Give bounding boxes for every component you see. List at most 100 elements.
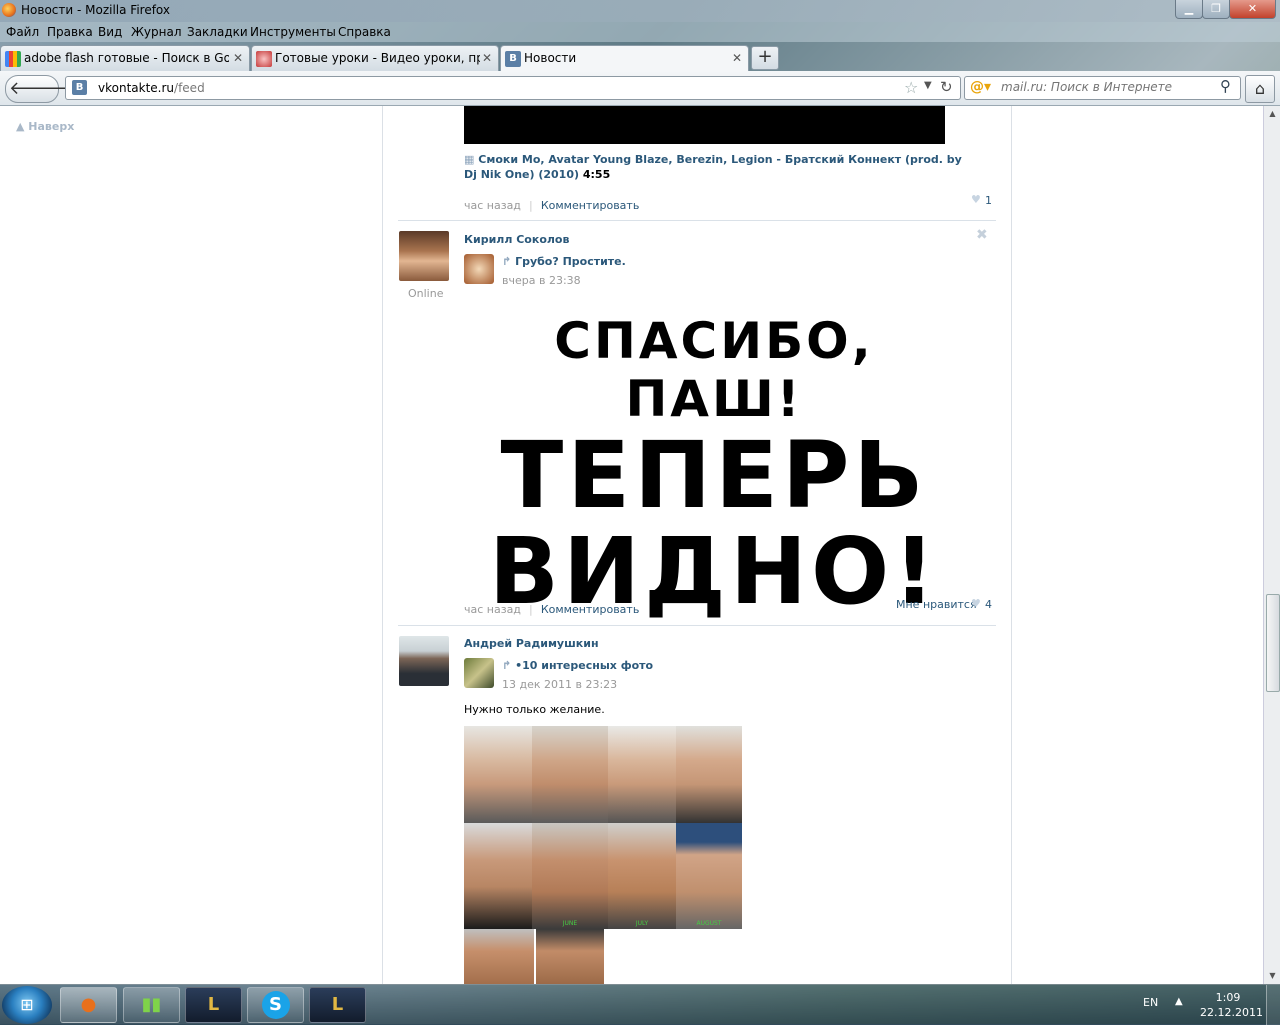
reload-icon[interactable]: ↻ [940, 78, 953, 96]
address-bar[interactable]: B vkontakte.ru/feed ☆ ▼ ↻ [65, 76, 961, 100]
group-avatar[interactable] [464, 658, 494, 688]
site-identity-icon[interactable]: B [72, 80, 87, 95]
search-input[interactable] [1001, 80, 1211, 94]
audio-title: Смоки Мо, Avatar Young Blaze, Berezin, L… [464, 153, 962, 181]
image-line: ТЕПЕРЬ [500, 422, 928, 529]
photo[interactable]: JULY [608, 823, 676, 929]
tab-google[interactable]: adobe flash готовые - Поиск в Google ✕ [0, 45, 250, 71]
taskbar: ⊞ ● ▮▮ L S L EN ▲ 1:09 22.12.2011 [0, 984, 1280, 1025]
group-avatar[interactable] [464, 254, 494, 284]
repost-arrow-icon: ↱ [502, 255, 512, 268]
tab-label: adobe flash готовые - Поиск в Google [24, 51, 229, 65]
photo[interactable] [676, 726, 742, 823]
menu-view[interactable]: Вид [98, 25, 122, 39]
tab-news[interactable]: B Новости ✕ [500, 45, 749, 72]
tab-bar: adobe flash готовые - Поиск в Google ✕ Г… [0, 43, 1280, 72]
audio-track[interactable]: ▦ Смоки Мо, Avatar Young Blaze, Berezin,… [464, 152, 964, 182]
photo[interactable] [536, 929, 604, 984]
maximize-button[interactable]: ❐ [1202, 0, 1230, 19]
scroll-to-top-link[interactable]: ▲ Наверх [16, 120, 74, 133]
photo[interactable]: AUGUST [676, 823, 742, 929]
avatar[interactable] [399, 231, 449, 281]
tray-expand-icon[interactable]: ▲ [1175, 996, 1183, 1007]
menu-file[interactable]: Файл [6, 25, 39, 39]
menu-edit[interactable]: Правка [47, 25, 93, 39]
url-host: vkontakte.ru [98, 81, 175, 95]
url-text[interactable]: vkontakte.ru/feed [98, 81, 205, 95]
heart-icon[interactable]: ♥ [971, 193, 981, 206]
scroll-down-arrow-icon[interactable]: ▼ [1264, 968, 1280, 984]
mailru-search-icon[interactable]: @▾ [970, 79, 991, 95]
bookmark-star-icon[interactable]: ☆ [904, 78, 918, 97]
post-footer: час назад | Комментировать [464, 598, 639, 617]
language-indicator[interactable]: EN [1143, 996, 1158, 1009]
comment-link[interactable]: Комментировать [541, 603, 639, 616]
like-count: 4 [985, 598, 992, 611]
like-count: 1 [985, 194, 992, 207]
news-feed: ▦ Смоки Мо, Avatar Young Blaze, Berezin,… [382, 106, 1012, 984]
minimize-button[interactable]: ▁ [1175, 0, 1203, 19]
back-arrow-icon[interactable]: 🡐 [9, 78, 57, 100]
forward-arrow-icon[interactable]: 🡒 [34, 78, 82, 100]
title-bar: Новости - Mozilla Firefox ▁ ❐ ✕ [0, 0, 1280, 22]
photo-label: JULY [635, 920, 649, 927]
firefox-icon [2, 3, 16, 17]
scroll-up-arrow-icon[interactable]: ▲ [1264, 106, 1280, 122]
heart-icon[interactable]: ♥ [971, 597, 981, 610]
post-time[interactable]: час назад [464, 603, 521, 616]
page-scrollbar[interactable]: ▲ ▼ [1263, 106, 1280, 984]
navigation-toolbar: 🡐 🡒 B vkontakte.ru/feed ☆ ▼ ↻ @▾ ⚲ ⌂ [0, 71, 1280, 106]
show-desktop-button[interactable] [1266, 985, 1280, 1025]
search-icon[interactable]: ⚲ [1220, 77, 1231, 95]
clock[interactable]: 1:09 22.12.2011 [1200, 990, 1263, 1020]
repost-time: 13 дек 2011 в 23:23 [502, 678, 618, 691]
comment-link[interactable]: Комментировать [541, 199, 639, 212]
window-title: Новости - Mozilla Firefox [21, 3, 171, 17]
home-icon[interactable]: ⌂ [1245, 75, 1275, 103]
image-line: СПАСИБО, ПАШ! [554, 312, 874, 428]
winamp-icon[interactable]: ▮▮ [123, 987, 180, 1023]
tab-lessons[interactable]: Готовые уроки - Видео уроки, прог... ✕ [251, 45, 499, 71]
post-image[interactable]: СПАСИБО, ПАШ! ТЕПЕРЬ ВИДНО! [464, 312, 964, 620]
scroll-thumb[interactable] [1266, 594, 1280, 692]
post-author[interactable]: Андрей Радимушкин [464, 637, 599, 650]
menu-history[interactable]: Журнал [131, 25, 182, 39]
like-button[interactable]: Мне нравится [896, 598, 977, 611]
new-tab-button[interactable]: + [751, 46, 779, 70]
skype-icon[interactable]: S [247, 987, 304, 1023]
search-bar[interactable]: @▾ ⚲ [964, 76, 1241, 100]
photo[interactable]: JUNE [532, 823, 608, 929]
chevron-down-icon[interactable]: ▼ [924, 80, 932, 91]
photo[interactable] [608, 726, 676, 823]
delete-post-icon[interactable]: ✖ [976, 227, 988, 243]
tab-close-icon[interactable]: ✕ [482, 51, 492, 65]
league-icon[interactable]: L [309, 987, 366, 1023]
league-icon[interactable]: L [185, 987, 242, 1023]
tab-label: Готовые уроки - Видео уроки, прог... [275, 51, 480, 65]
post-time[interactable]: час назад [464, 199, 521, 212]
repost-arrow-icon: ↱ [502, 659, 512, 672]
repost-title[interactable]: ↱ Грубо? Простите. [502, 255, 626, 268]
video-player[interactable] [464, 106, 945, 144]
photo[interactable] [464, 823, 532, 929]
menu-help[interactable]: Справка [338, 25, 391, 39]
avatar[interactable] [399, 636, 449, 686]
photo[interactable] [464, 726, 532, 823]
photo[interactable] [464, 929, 534, 984]
post-footer: час назад | Комментировать [464, 194, 639, 213]
menu-bookmarks[interactable]: Закладки [187, 25, 248, 39]
audio-icon: ▦ [464, 153, 475, 166]
post-author[interactable]: Кирилл Соколов [464, 233, 569, 246]
tab-close-icon[interactable]: ✕ [233, 51, 243, 65]
repost-title-text: •10 интересных фото [515, 659, 654, 672]
photo[interactable] [532, 726, 608, 823]
close-button[interactable]: ✕ [1229, 0, 1276, 19]
start-button[interactable]: ⊞ [2, 986, 52, 1024]
menu-tools[interactable]: Инструменты [250, 25, 336, 39]
tab-close-icon[interactable]: ✕ [732, 51, 742, 65]
repost-title[interactable]: ↱ •10 интересных фото [502, 659, 653, 672]
repost-time: вчера в 23:38 [502, 274, 581, 287]
post-divider [398, 625, 996, 626]
firefox-icon[interactable]: ● [60, 987, 117, 1023]
google-icon [5, 51, 21, 67]
